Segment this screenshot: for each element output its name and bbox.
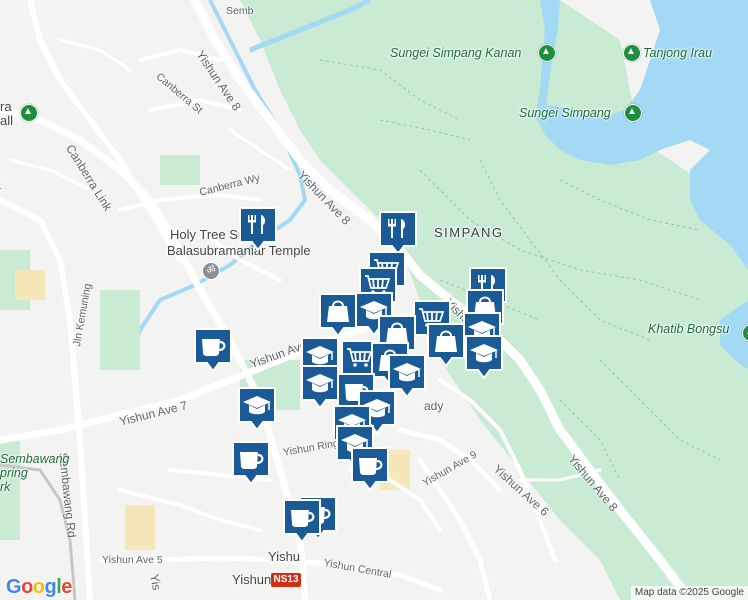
bag-marker[interactable] (426, 322, 466, 368)
road-label-yishun-ave-5: Yishun Ave 5 (102, 554, 163, 566)
station-label-yishun[interactable]: Yishun (232, 573, 271, 587)
park-poi-icon[interactable] (538, 44, 556, 62)
google-logo-text: Google (6, 576, 72, 598)
poi-label-sembawang-spring-1[interactable]: Sembawang (0, 452, 70, 466)
poi-label-tanjong-irau[interactable]: Tanjong Irau (643, 46, 712, 60)
poi-label-ra-partial: ra (0, 99, 12, 114)
label-yis-partial: Yis (147, 573, 164, 592)
graduation-cap-marker[interactable] (237, 386, 277, 432)
mall-poi-icon[interactable] (20, 104, 38, 122)
poi-label-sungei-simpang[interactable]: Sungei Simpang (519, 106, 611, 120)
graduation-cap-marker[interactable] (464, 334, 504, 380)
temple-icon[interactable]: ॐ (202, 262, 220, 280)
poi-label-khatib-bongsu[interactable]: Khatib Bongsu (648, 322, 729, 336)
fork-knife-icon (239, 207, 277, 252)
area-label-simpang: SIMPANG (434, 225, 504, 240)
bag-marker[interactable] (318, 292, 358, 338)
graduation-cap-icon (465, 335, 503, 380)
poi-label-holy-tree-temple[interactable]: Holy Tree Sri (170, 228, 245, 242)
poi-label-all-partial: all (0, 113, 14, 128)
cup-marker[interactable] (231, 440, 271, 486)
park-patch (100, 290, 140, 370)
google-logo: Google (6, 576, 72, 599)
poi-label-sungei-simpang-kanan[interactable]: Sungei Simpang Kanan (390, 46, 521, 60)
park-poi-icon[interactable] (624, 104, 642, 122)
graduation-cap-icon (238, 387, 276, 432)
mrt-station-badge[interactable]: NS13 (271, 573, 301, 587)
commercial-area (15, 270, 45, 300)
map-attribution[interactable]: Map data ©2025 Google (630, 586, 748, 600)
cup-icon (283, 499, 321, 544)
cup-icon (194, 328, 232, 373)
bag-icon (319, 293, 357, 338)
road-label-sembawang: Semb (226, 5, 254, 17)
road-label-yishun-partial: Yishu (268, 549, 301, 564)
cup-icon (232, 441, 270, 486)
poi-label-sembawang-spring-3[interactable]: rk (0, 480, 10, 494)
cup-marker[interactable] (282, 498, 322, 544)
park-patch (160, 155, 200, 185)
cup-icon (351, 447, 389, 492)
label-ady-partial: ady (424, 399, 444, 413)
poi-label-sembawang-spring-2[interactable]: pring (0, 466, 28, 480)
bag-icon (427, 323, 465, 368)
cup-marker[interactable] (193, 327, 233, 373)
cup-marker[interactable] (350, 446, 390, 492)
commercial-area (125, 505, 155, 550)
park-poi-icon[interactable] (623, 44, 641, 62)
fork-knife-marker[interactable] (238, 206, 278, 252)
